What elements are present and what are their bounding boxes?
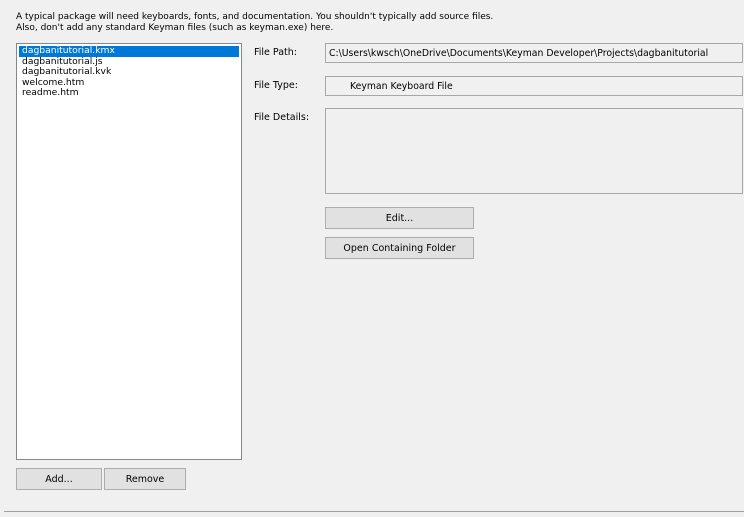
bottom-divider [4, 511, 744, 512]
file-list[interactable]: dagbanitutorial.kmx dagbanitutorial.js d… [16, 43, 242, 460]
help-text: A typical package will need keyboards, f… [16, 12, 493, 34]
file-list-item[interactable]: dagbanitutorial.kmx [19, 45, 239, 57]
help-text-line-1: A typical package will need keyboards, f… [16, 12, 494, 22]
file-list-item[interactable]: readme.htm [19, 87, 239, 99]
file-path-field[interactable]: C:\Users\kwsch\OneDrive\Documents\Keyman… [325, 43, 743, 63]
add-file-button[interactable]: Add... [16, 468, 102, 490]
open-containing-folder-button[interactable]: Open Containing Folder [325, 237, 474, 259]
file-details-label: File Details: [254, 112, 310, 123]
file-list-item[interactable]: dagbanitutorial.kvk [19, 66, 239, 78]
file-details-field[interactable] [325, 108, 743, 194]
edit-button[interactable]: Edit... [325, 207, 474, 229]
file-type-field[interactable]: Keyman Keyboard File [325, 76, 743, 96]
file-type-label: File Type: [254, 80, 298, 91]
remove-file-button[interactable]: Remove [104, 468, 186, 490]
help-text-line-2: Also, don't add any standard Keyman file… [16, 23, 334, 33]
file-path-label: File Path: [254, 47, 297, 58]
